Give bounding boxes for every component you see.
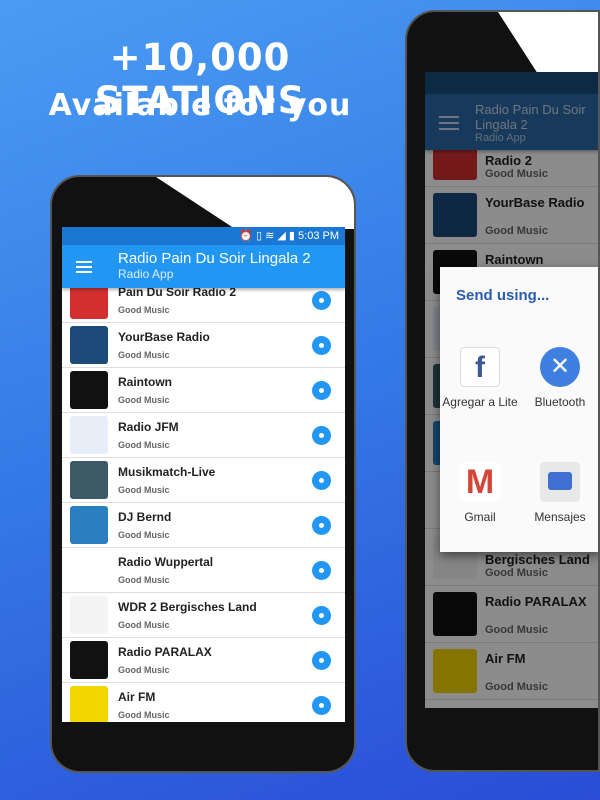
hamburger-menu-icon[interactable] [76,261,92,273]
station-row[interactable]: Radio PARALAX Good Music [62,638,345,683]
share-app-messages[interactable]: Mensajes [520,462,598,524]
station-name: Radio JFM [118,420,179,434]
station-name: YourBase Radio [118,330,210,344]
station-name: Radio Wuppertal [118,555,214,569]
station-logo [70,686,108,722]
messages-icon [540,462,580,502]
share-app-label: Gmail [464,510,496,524]
station-row[interactable]: Musikmatch-Live Good Music [62,458,345,503]
play-button[interactable] [312,471,331,490]
play-button[interactable] [312,336,331,355]
app-title: Radio Pain Du Soir Lingala 2 [118,250,311,267]
share-app-label: Agregar a Lite [442,395,518,409]
station-genre: Good Music [118,530,170,540]
phone-decoration [156,177,354,229]
station-genre: Good Music [118,665,170,675]
phone-decoration [498,12,598,74]
station-list: Pain Du Soir Radio 2 Good Music YourBase… [62,278,345,722]
station-logo [70,326,108,364]
play-button[interactable] [312,426,331,445]
station-name: Musikmatch-Live [118,465,216,479]
station-row[interactable]: Radio Wuppertal Good Music [62,548,345,593]
station-name: Radio PARALAX [118,645,212,659]
share-app-gmail[interactable]: M Gmail [440,462,520,524]
app-screen: ⏰ ▯ ≋ ◢ ▮ 5:03 PM Radio Pain Du Soir Lin… [62,227,345,722]
gmail-icon: M [460,462,500,502]
status-bar: ⏰ ▯ ≋ ◢ ▮ 5:03 PM [62,227,345,245]
phone-left: ⏰ ▯ ≋ ◢ ▮ 5:03 PM Radio Pain Du Soir Lin… [50,175,356,773]
share-app-label: Mensajes [534,510,586,524]
promo-subheadline: Available for you [48,88,352,123]
station-name: Air FM [118,690,156,704]
station-logo [70,371,108,409]
play-button[interactable] [312,696,331,715]
share-app-bluetooth[interactable]: ✕ Bluetooth [520,347,598,409]
station-genre: Good Music [118,440,170,450]
station-logo [70,416,108,454]
app-screen: Radio Pain Du Soir Lingala 2 Radio App P… [425,72,598,708]
play-button[interactable] [312,381,331,400]
station-genre: Good Music [118,485,170,495]
share-app-label: Bluetooth [534,395,586,409]
station-row[interactable]: Air FM Good Music [62,683,345,722]
station-name: DJ Bernd [118,510,172,524]
station-logo [70,506,108,544]
dialog-title: Send using... [456,287,550,304]
station-name: WDR 2 Bergisches Land [118,600,257,614]
station-name: Raintown [118,375,172,389]
share-dialog: Send using... f Agregar a Lite ✕ Bluetoo… [440,267,598,552]
facebook-icon: f [460,347,500,387]
station-logo [70,551,108,589]
bluetooth-icon: ✕ [540,347,580,387]
share-app-facebook-lite[interactable]: f Agregar a Lite [440,347,520,409]
play-button[interactable] [312,516,331,535]
station-genre: Good Music [118,305,170,315]
play-button[interactable] [312,651,331,670]
play-button[interactable] [312,291,331,310]
station-genre: Good Music [118,395,170,405]
station-logo [70,641,108,679]
app-toolbar: Radio Pain Du Soir Lingala 2 Radio App [62,245,345,288]
play-button[interactable] [312,606,331,625]
station-genre: Good Music [118,710,170,720]
station-row[interactable]: YourBase Radio Good Music [62,323,345,368]
station-genre: Good Music [118,350,170,360]
status-icons: ⏰ ▯ ≋ ◢ ▮ [239,230,299,242]
station-row[interactable]: WDR 2 Bergisches Land Good Music [62,593,345,638]
phone-right: Radio Pain Du Soir Lingala 2 Radio App P… [405,10,600,772]
station-logo [70,461,108,499]
play-button[interactable] [312,561,331,580]
status-time: 5:03 PM [298,230,339,242]
station-row[interactable]: Raintown Good Music [62,368,345,413]
station-row[interactable]: Radio JFM Good Music [62,413,345,458]
station-row[interactable]: DJ Bernd Good Music [62,503,345,548]
station-logo [70,596,108,634]
station-genre: Good Music [118,575,170,585]
app-subtitle: Radio App [118,267,174,281]
station-genre: Good Music [118,620,170,630]
